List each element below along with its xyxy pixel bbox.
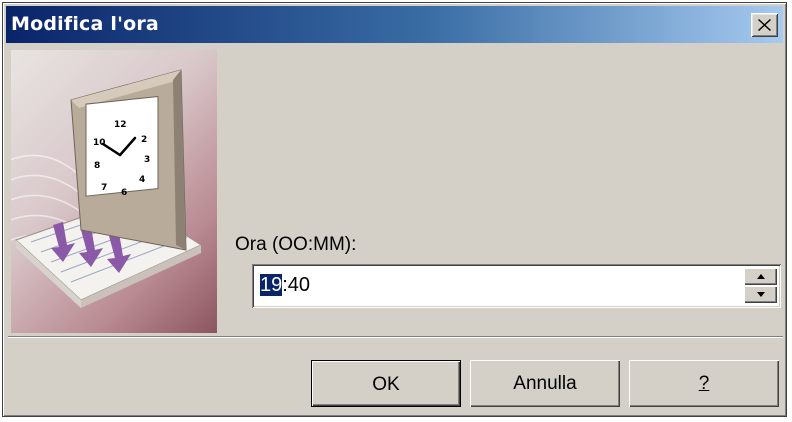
help-button-label: ? (698, 373, 710, 394)
separator (8, 336, 783, 338)
time-hours-selected: 19 (260, 274, 283, 296)
time-minutes: :40 (282, 274, 311, 296)
time-input[interactable]: 19:40 (252, 264, 781, 308)
time-spinner (744, 268, 777, 304)
title-bar[interactable]: Modifica l'ora (6, 6, 783, 43)
time-field-label: Ora (OO:MM): (235, 234, 357, 255)
spin-down-button[interactable] (744, 286, 777, 303)
svg-text:8: 8 (94, 161, 100, 171)
svg-text:2: 2 (141, 135, 147, 145)
arrow-down-icon (757, 292, 765, 297)
time-value[interactable]: 19:40 (260, 274, 310, 297)
dialog-title: Modifica l'ora (11, 13, 159, 35)
clock-icon: 12 2 3 4 6 7 8 10 (70, 69, 187, 251)
svg-text:6: 6 (121, 188, 127, 198)
svg-text:3: 3 (144, 155, 150, 165)
clock-calendar-illustration: 12 2 3 4 6 7 8 10 (11, 50, 217, 333)
svg-text:7: 7 (101, 183, 107, 193)
svg-text:4: 4 (139, 175, 145, 185)
spin-up-button[interactable] (744, 268, 777, 285)
edit-time-dialog: Modifica l'ora 12 2 3 4 6 7 8 10 Ora (OO… (2, 2, 787, 417)
ok-button[interactable]: OK (311, 360, 461, 407)
svg-text:12: 12 (114, 120, 127, 130)
close-icon (758, 19, 771, 31)
close-button[interactable] (751, 13, 778, 37)
help-button[interactable]: ? (629, 360, 779, 407)
cancel-button[interactable]: Annulla (470, 360, 620, 407)
arrow-up-icon (757, 274, 765, 279)
